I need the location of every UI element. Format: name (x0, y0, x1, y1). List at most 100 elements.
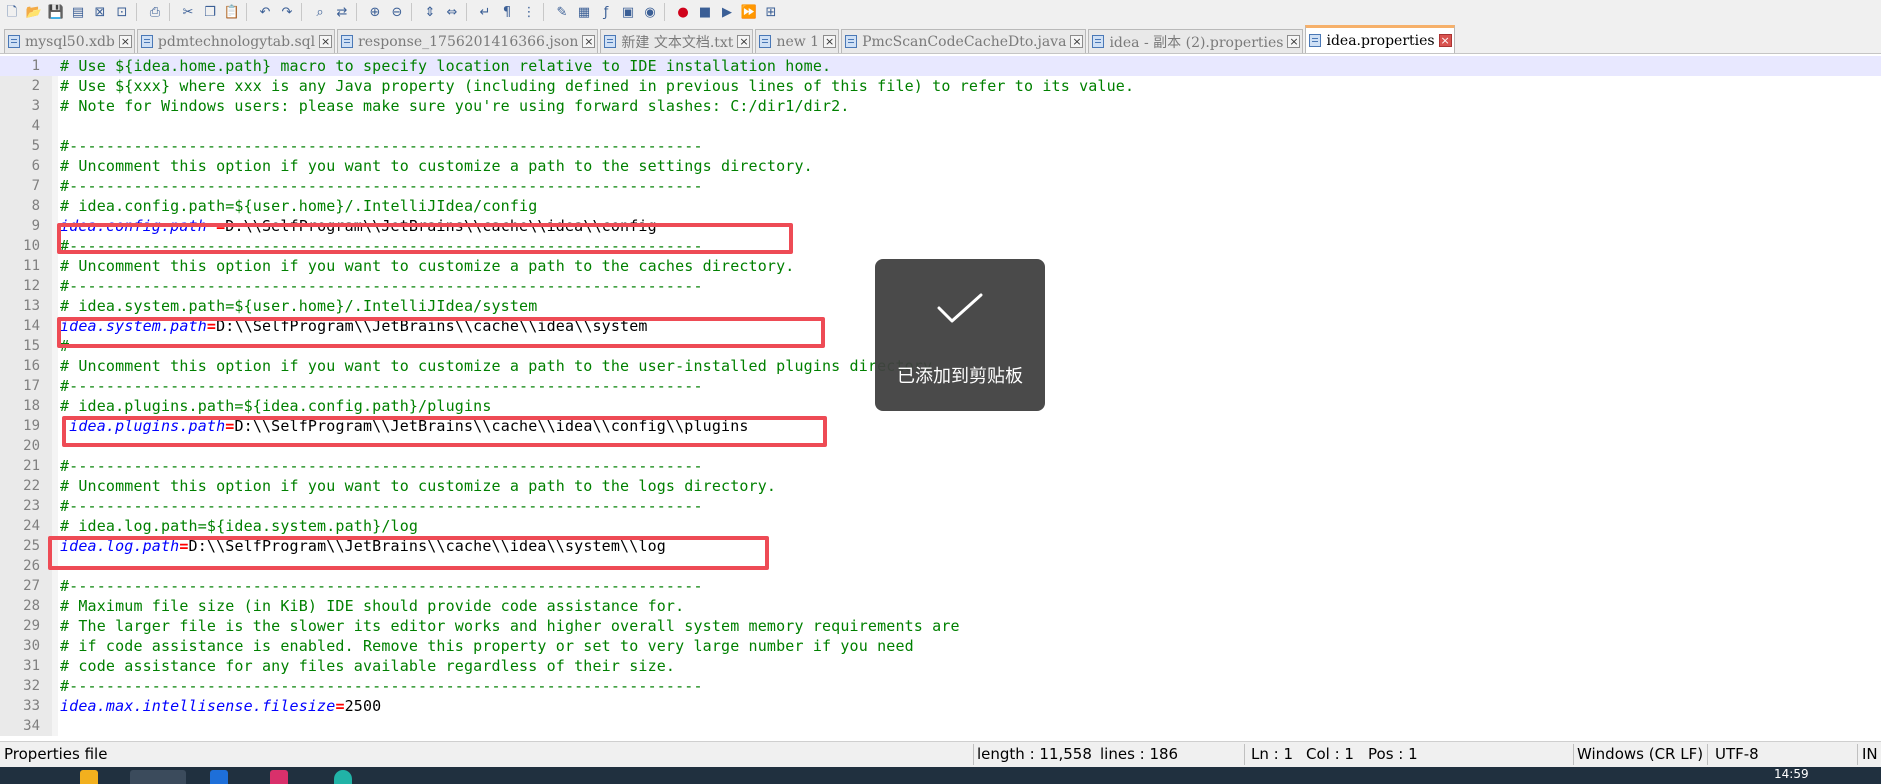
close-tab-icon[interactable]: × (737, 35, 751, 48)
tab-label: PmcScanCodeCacheDto.java (862, 33, 1067, 50)
document-tab[interactable]: idea - 副本 (2).properties × (1088, 29, 1304, 53)
code-line[interactable]: 34 (0, 716, 1881, 736)
code-line[interactable]: 28 # Maximum file size (in KiB) IDE shoul… (0, 596, 1881, 616)
code-line[interactable]: 33 idea.max.intellisense.filesize=2500 (0, 696, 1881, 716)
cut-icon[interactable]: ✂ (178, 2, 198, 22)
zoom-out-icon[interactable]: ⊖ (387, 2, 407, 22)
sync-h-icon[interactable]: ⇔ (442, 2, 462, 22)
close-icon[interactable]: ⊠ (90, 2, 110, 22)
play-macro-icon[interactable]: ▶ (717, 2, 737, 22)
document-tab[interactable]: pdmtechnologytab.sql × (136, 29, 336, 53)
code-line[interactable]: 23 #-------------------------------------… (0, 496, 1881, 516)
comment-text: # Uncomment this option if you want to c… (60, 157, 813, 175)
code-line[interactable]: 31 # code assistance for any files availa… (0, 656, 1881, 676)
toolbar-separator (411, 3, 416, 21)
comment-text: # if code assistance is enabled. Remove … (60, 637, 914, 655)
line-content: idea.max.intellisense.filesize=2500 (60, 696, 381, 716)
copy-icon[interactable]: ❐ (200, 2, 220, 22)
stop-macro-icon[interactable]: ■ (695, 2, 715, 22)
status-bar: Properties file length : 11,558 lines : … (0, 741, 1881, 767)
run-macro-multiple-icon[interactable]: ⏩ (739, 2, 759, 22)
show-all-icon[interactable]: ¶ (497, 2, 517, 22)
code-line[interactable]: 21 #-------------------------------------… (0, 456, 1881, 476)
new-file-icon[interactable]: 🗋 (2, 2, 22, 22)
comment-text: # Uncomment this option if you want to c… (60, 477, 777, 495)
app-icon[interactable] (210, 770, 228, 784)
document-tab[interactable]: response_1756201416366.json × (337, 29, 599, 53)
replace-icon[interactable]: ⇄ (332, 2, 352, 22)
code-line[interactable]: 5 #--------------------------------------… (0, 136, 1881, 156)
close-tab-icon[interactable]: × (1438, 34, 1452, 47)
code-line[interactable]: 8 # idea.config.path=${user.home}/.Intell… (0, 196, 1881, 216)
line-number: 5 (31, 138, 40, 154)
close-tab-icon[interactable]: × (823, 35, 837, 48)
code-line[interactable]: 24 # idea.log.path=${idea.system.path}/lo… (0, 516, 1881, 536)
app-icon[interactable] (270, 770, 288, 784)
document-tab-bar: mysql50.xdb × pdmtechnologytab.sql × respons… (0, 24, 1881, 54)
close-tab-icon[interactable]: × (319, 35, 333, 48)
close-all-icon[interactable]: ⊡ (112, 2, 132, 22)
close-tab-icon[interactable]: × (582, 35, 596, 48)
zoom-in-icon[interactable]: ⊕ (365, 2, 385, 22)
status-insert-mode[interactable]: IN (1862, 742, 1878, 767)
doc-map-icon[interactable]: ▦ (574, 2, 594, 22)
save-all-icon[interactable]: ▤ (68, 2, 88, 22)
line-content: #---------------------------------------… (60, 676, 703, 696)
code-line[interactable]: 29 # The larger file is the slower its ed… (0, 616, 1881, 636)
close-tab-icon[interactable]: × (118, 35, 132, 48)
monitoring-icon[interactable]: ◉ (640, 2, 660, 22)
main-toolbar: 🗋 📂 💾 ▤ ⊠ ⊡ ⎙ ✂ ❐ 📋 ↶ ↷ ⌕ ⇄ ⊕ ⊖ ⇕ ⇔ ↵ ¶ ⋮ ✎ ▦ ƒ ▣ ◉ ● ■ ▶ ⏩ ⊞ (0, 0, 1881, 24)
code-line[interactable]: 1 # Use ${idea.home.path} macro to specif… (0, 56, 1881, 76)
document-icon (1092, 35, 1105, 48)
code-line[interactable]: 6 # Uncomment this option if you want to … (0, 156, 1881, 176)
code-line[interactable]: 7 #--------------------------------------… (0, 176, 1881, 196)
print-icon[interactable]: ⎙ (145, 2, 165, 22)
record-macro-icon[interactable]: ● (673, 2, 693, 22)
close-tab-icon[interactable]: × (1070, 35, 1084, 48)
indent-guide-icon[interactable]: ⋮ (519, 2, 539, 22)
document-tab[interactable]: new 1 × (755, 29, 840, 53)
comment-text: #---------------------------------------… (60, 577, 703, 595)
word-wrap-icon[interactable]: ↵ (475, 2, 495, 22)
comment-text: #---------------------------------------… (60, 497, 703, 515)
active-app-icon[interactable] (130, 770, 186, 784)
document-tab[interactable]: mysql50.xdb × (4, 29, 135, 53)
close-tab-icon[interactable]: × (1287, 35, 1301, 48)
status-col: Col : 1 (1306, 745, 1354, 763)
function-list-icon[interactable]: ƒ (596, 2, 616, 22)
udl-icon[interactable]: ✎ (552, 2, 572, 22)
document-tab[interactable]: idea.properties × (1305, 25, 1455, 53)
open-file-icon[interactable]: 📂 (24, 2, 44, 22)
paste-icon[interactable]: 📋 (222, 2, 242, 22)
undo-icon[interactable]: ↶ (255, 2, 275, 22)
folder-workspace-icon[interactable]: ▣ (618, 2, 638, 22)
status-encoding[interactable]: UTF-8 (1715, 742, 1759, 767)
tab-label: response_1756201416366.json (358, 33, 579, 50)
file-explorer-icon[interactable] (80, 770, 98, 784)
code-line[interactable]: 27 #-------------------------------------… (0, 576, 1881, 596)
comment-text: # Use ${idea.home.path} macro to specify… (60, 57, 832, 75)
tab-label: 新建 文本文档.txt (621, 34, 734, 51)
taskbar-clock: 14:59 (1774, 767, 1809, 781)
document-tab[interactable]: 新建 文本文档.txt × (600, 29, 754, 53)
code-line[interactable]: 2 # Use ${xxx} where xxx is any Java prop… (0, 76, 1881, 96)
code-line[interactable]: 32 #-------------------------------------… (0, 676, 1881, 696)
status-eol[interactable]: Windows (CR LF) (1577, 742, 1703, 767)
document-tab[interactable]: PmcScanCodeCacheDto.java × (841, 29, 1087, 53)
line-number: 21 (23, 458, 40, 474)
toolbar-separator (664, 3, 669, 21)
code-line[interactable]: 3 # Note for Windows users: please make s… (0, 96, 1881, 116)
line-content: #---------------------------------------… (60, 276, 703, 296)
find-icon[interactable]: ⌕ (310, 2, 330, 22)
browser-icon[interactable] (334, 770, 352, 784)
redo-icon[interactable]: ↷ (277, 2, 297, 22)
sync-v-icon[interactable]: ⇕ (420, 2, 440, 22)
toast-message: 已添加到剪贴板 (897, 366, 1023, 387)
code-line[interactable]: 4 (0, 116, 1881, 136)
save-icon[interactable]: 💾 (46, 2, 66, 22)
code-line[interactable]: 22 # Uncomment this option if you want to… (0, 476, 1881, 496)
save-macro-icon[interactable]: ⊞ (761, 2, 781, 22)
line-content: # idea.system.path=${user.home}/.Intelli… (60, 296, 537, 316)
code-line[interactable]: 30 # if code assistance is enabled. Remov… (0, 636, 1881, 656)
line-content: #---------------------------------------… (60, 176, 703, 196)
